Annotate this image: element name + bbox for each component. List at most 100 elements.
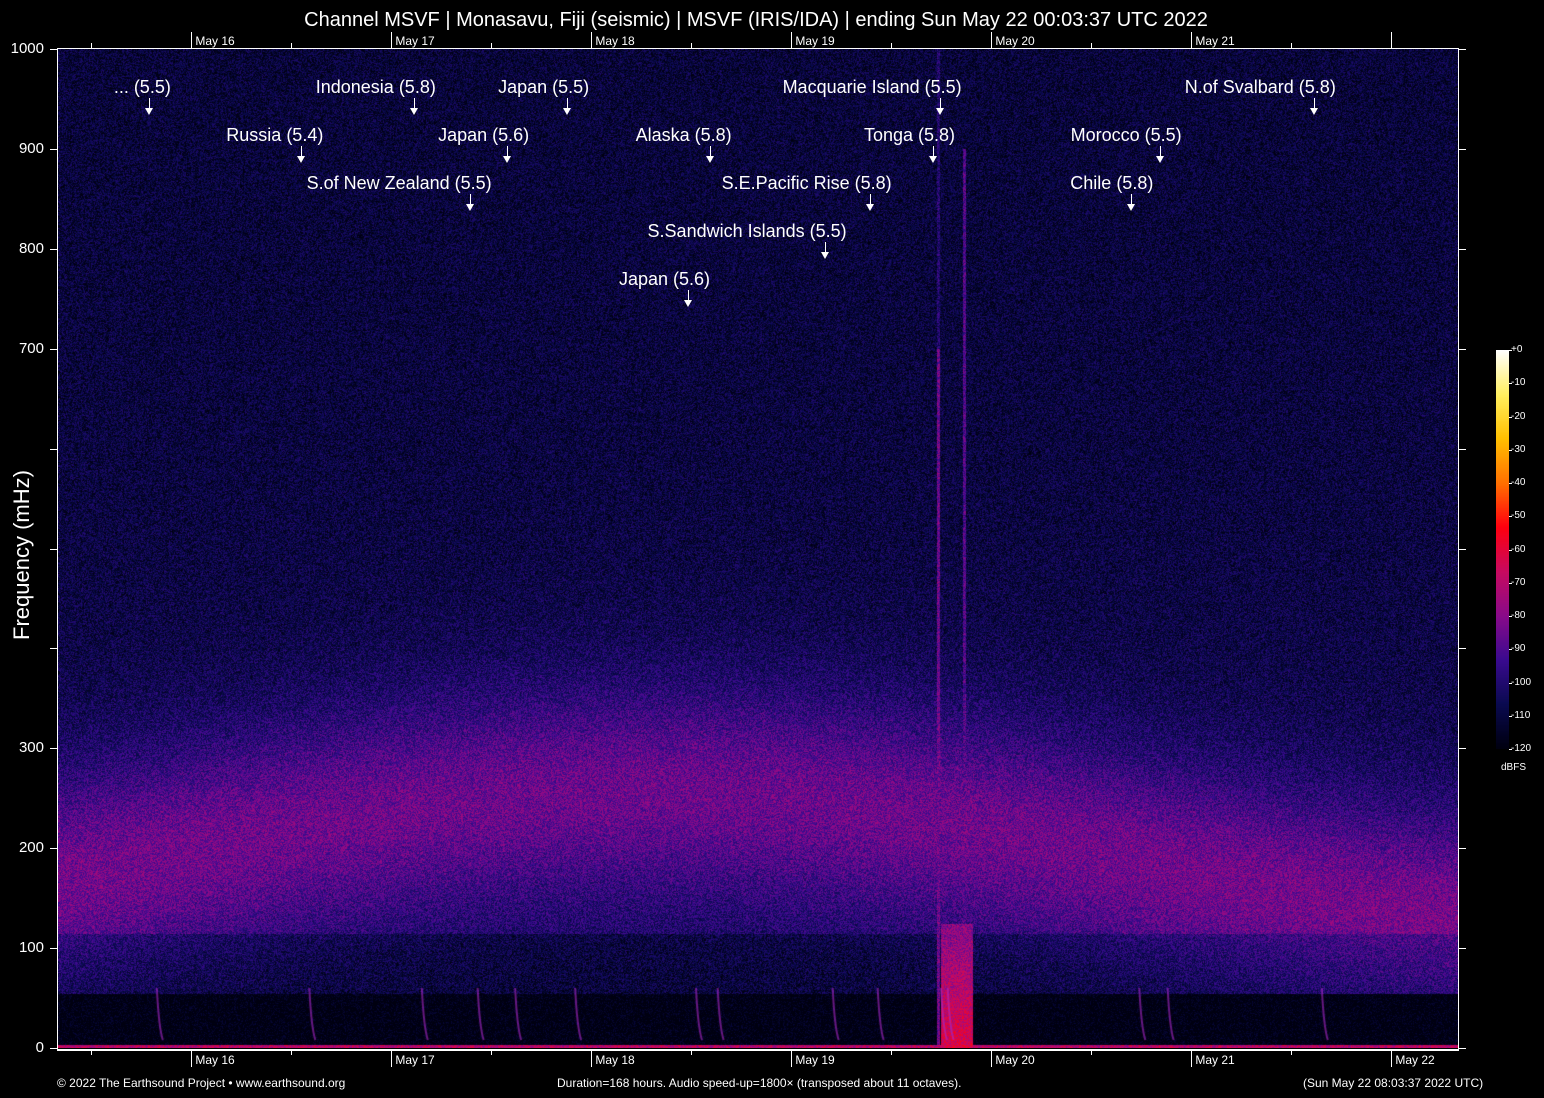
y-tick-label: 1000 (0, 40, 44, 57)
y-tick-label: 100 (0, 939, 44, 956)
x-tick-top (291, 43, 292, 48)
event-label: Tonga (5.8) (864, 125, 955, 146)
x-tick (1291, 1049, 1292, 1055)
colorbar-tick-label: -60 (1511, 544, 1525, 555)
event-label: Japan (5.6) (438, 125, 529, 146)
y-tick-right (1458, 349, 1466, 350)
event-arrow (825, 242, 826, 253)
footer-duration: Duration=168 hours. Audio speed-up=1800×… (557, 1076, 961, 1090)
y-tick (50, 349, 58, 350)
x-tick (491, 1049, 492, 1055)
y-tick (50, 249, 58, 250)
x-tick-top (391, 32, 392, 48)
colorbar-tick-label: -10 (1511, 377, 1525, 388)
event-arrow (688, 290, 689, 301)
event-arrow (301, 146, 302, 157)
event-arrow (1131, 194, 1132, 205)
x-tick-top (491, 43, 492, 48)
colorbar-tick-label: -50 (1511, 510, 1525, 521)
event-arrow (414, 98, 415, 109)
y-tick (50, 648, 58, 649)
y-tick-label: 200 (0, 839, 44, 856)
y-tick-right (1458, 549, 1466, 550)
x-tick-top (891, 43, 892, 48)
y-tick-label: 900 (0, 140, 44, 157)
x-tick (591, 1049, 592, 1067)
event-arrow (1160, 146, 1161, 157)
y-tick (50, 549, 58, 550)
chart-title: Channel MSVF | Monasavu, Fiji (seismic) … (0, 9, 1512, 32)
y-tick (50, 948, 58, 949)
y-tick-right (1458, 449, 1466, 450)
y-tick-right (1458, 748, 1466, 749)
x-tick-top (691, 43, 692, 48)
x-tick (1391, 1049, 1392, 1067)
y-tick-right (1458, 49, 1466, 50)
event-label: Russia (5.4) (226, 125, 323, 146)
colorbar-tick-label: -110 (1511, 710, 1530, 721)
event-label: Indonesia (5.8) (316, 77, 436, 98)
x-tick (91, 1049, 92, 1055)
x-tick (291, 1049, 292, 1055)
event-label: ... (5.5) (114, 77, 171, 98)
event-arrow (507, 146, 508, 157)
y-tick-right (1458, 249, 1466, 250)
colorbar (1496, 350, 1509, 749)
x-tick-label: May 16 (195, 1053, 234, 1067)
y-tick (50, 449, 58, 450)
event-label: S.Sandwich Islands (5.5) (648, 221, 847, 242)
footer-copyright: © 2022 The Earthsound Project • www.eart… (57, 1076, 345, 1090)
colorbar-tick-label: -20 (1511, 411, 1525, 422)
x-tick-label: May 19 (795, 1053, 834, 1067)
footer-timestamp: (Sun May 22 08:03:37 2022 UTC) (1303, 1076, 1483, 1090)
event-arrow (149, 98, 150, 109)
x-tick (191, 1049, 192, 1067)
x-tick-top (791, 32, 792, 48)
y-tick-right (1458, 848, 1466, 849)
y-tick-right (1458, 948, 1466, 949)
y-tick-right (1458, 1048, 1466, 1049)
event-label: Morocco (5.5) (1071, 125, 1182, 146)
y-tick (50, 748, 58, 749)
x-tick-top (191, 32, 192, 48)
x-tick-label: May 21 (1195, 1053, 1234, 1067)
x-tick (1091, 1049, 1092, 1055)
event-label: N.of Svalbard (5.8) (1185, 77, 1336, 98)
x-tick-label: May 22 (1395, 1053, 1434, 1067)
event-arrow (710, 146, 711, 157)
x-tick-label-top: May 18 (595, 34, 634, 48)
colorbar-tick-label: -40 (1511, 477, 1525, 488)
x-tick-label: May 20 (995, 1053, 1034, 1067)
x-tick-top (91, 43, 92, 48)
y-tick (50, 49, 58, 50)
x-tick-label-top: May 20 (995, 34, 1034, 48)
colorbar-tick-label: -100 (1511, 677, 1531, 688)
x-tick (791, 1049, 792, 1067)
x-tick-top (1391, 32, 1392, 48)
y-tick-label: 300 (0, 739, 44, 756)
x-tick-top (1291, 43, 1292, 48)
event-arrow (933, 146, 934, 157)
y-tick (50, 1048, 58, 1049)
event-label: S.E.Pacific Rise (5.8) (722, 173, 892, 194)
y-tick-label: 800 (0, 240, 44, 257)
y-tick-label: 0 (0, 1039, 44, 1056)
event-arrow (940, 98, 941, 109)
colorbar-unit: dBFS (1501, 762, 1526, 773)
x-tick-label: May 17 (395, 1053, 434, 1067)
x-tick (991, 1049, 992, 1067)
event-label: Japan (5.6) (619, 269, 710, 290)
x-tick-label-top: May 16 (195, 34, 234, 48)
spectrogram-plot (58, 49, 1458, 1048)
colorbar-tick-label: -80 (1511, 610, 1525, 621)
x-tick-top (1191, 32, 1192, 48)
y-tick (50, 848, 58, 849)
colorbar-tick-label: +0 (1511, 344, 1522, 355)
x-tick (691, 1049, 692, 1055)
y-tick-label: 700 (0, 340, 44, 357)
x-tick (391, 1049, 392, 1067)
x-tick-label-top: May 17 (395, 34, 434, 48)
x-tick (1191, 1049, 1192, 1067)
y-tick-right (1458, 149, 1466, 150)
event-label: Alaska (5.8) (636, 125, 732, 146)
